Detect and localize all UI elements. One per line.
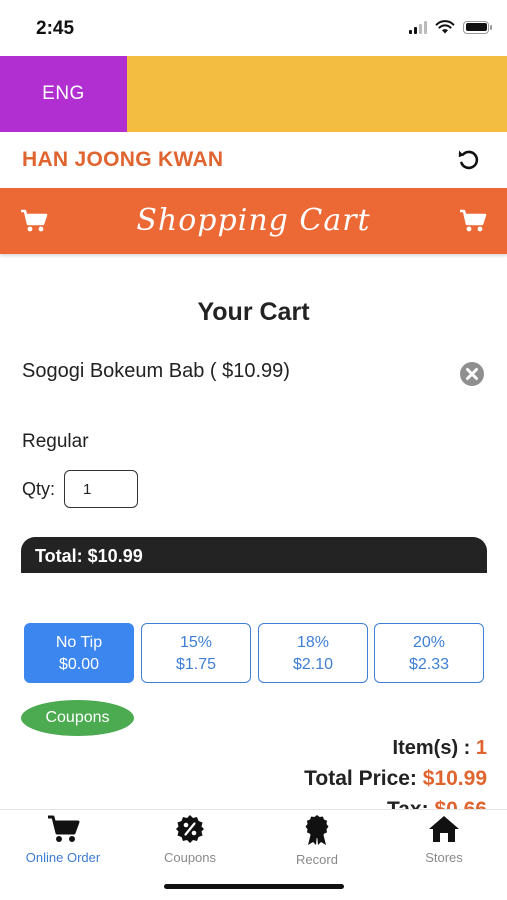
items-count-label: Item(s) : [392, 737, 476, 759]
home-indicator [164, 884, 344, 889]
tab-online-order[interactable]: Online Order [0, 814, 126, 865]
items-count-value: 1 [475, 737, 487, 759]
cart-heading: Your Cart [197, 298, 310, 326]
tab-coupons[interactable]: Coupons [127, 814, 253, 865]
total-price-value: $10.99 [422, 767, 487, 790]
banner-title: Shopping Cart [136, 203, 371, 238]
tab-label: Coupons [163, 850, 217, 865]
percent-badge-icon [176, 815, 204, 843]
language-button[interactable]: ENG [0, 56, 127, 132]
tab-stores[interactable]: Stores [381, 814, 507, 865]
tab-record[interactable]: Record [254, 814, 380, 867]
tip-amount: $0.00 [58, 656, 100, 673]
cart-item-name: Sogogi Bokeum Bab ( $10.99) [22, 360, 290, 382]
cart-icon[interactable] [459, 209, 487, 233]
battery-icon [463, 20, 492, 34]
tip-button-18[interactable]: 18% $2.10 [258, 623, 368, 683]
tip-amount: $2.33 [408, 656, 450, 673]
remove-item-icon[interactable] [459, 361, 485, 387]
tab-label: Stores [425, 850, 463, 865]
refresh-icon[interactable] [455, 146, 483, 174]
status-bar: 2:45 [0, 0, 507, 56]
tip-label: No Tip [55, 634, 103, 651]
coupons-button[interactable]: Coupons [21, 700, 134, 736]
award-icon [305, 815, 329, 845]
tip-button-15[interactable]: 15% $1.75 [141, 623, 251, 683]
status-time: 2:45 [36, 18, 75, 39]
tip-label: 20% [412, 634, 446, 651]
total-price-row: Total Price: $10.99 [304, 767, 487, 791]
items-count-row: Item(s) : 1 [393, 737, 487, 760]
tip-label: 15% [179, 634, 213, 651]
store-header: HAN JOONG KWAN [0, 132, 507, 188]
cart-item-option: Regular [22, 431, 89, 452]
store-name: HAN JOONG KWAN [22, 148, 224, 171]
total-price-label: Total Price: [304, 767, 423, 790]
home-icon [429, 816, 459, 842]
quantity-label: Qty: [22, 479, 56, 499]
tab-label: Online Order [25, 850, 101, 865]
cart-total-bar: Total: $10.99 [21, 537, 487, 573]
cellular-signal-icon [409, 20, 427, 34]
tip-button-no-tip[interactable]: No Tip $0.00 [24, 623, 134, 683]
shopping-cart-banner: Shopping Cart [0, 188, 507, 254]
tip-amount: $2.10 [292, 656, 334, 673]
quantity-input[interactable] [64, 470, 138, 508]
tab-label: Record [296, 852, 338, 867]
tip-amount: $1.75 [175, 656, 217, 673]
cart-icon [48, 815, 80, 842]
tip-label: 18% [296, 634, 330, 651]
wifi-icon [435, 20, 455, 34]
language-bar: ENG [0, 56, 507, 132]
cart-total: Total: $10.99 [35, 546, 143, 566]
status-icons [409, 20, 492, 34]
tip-button-20[interactable]: 20% $2.33 [374, 623, 484, 683]
